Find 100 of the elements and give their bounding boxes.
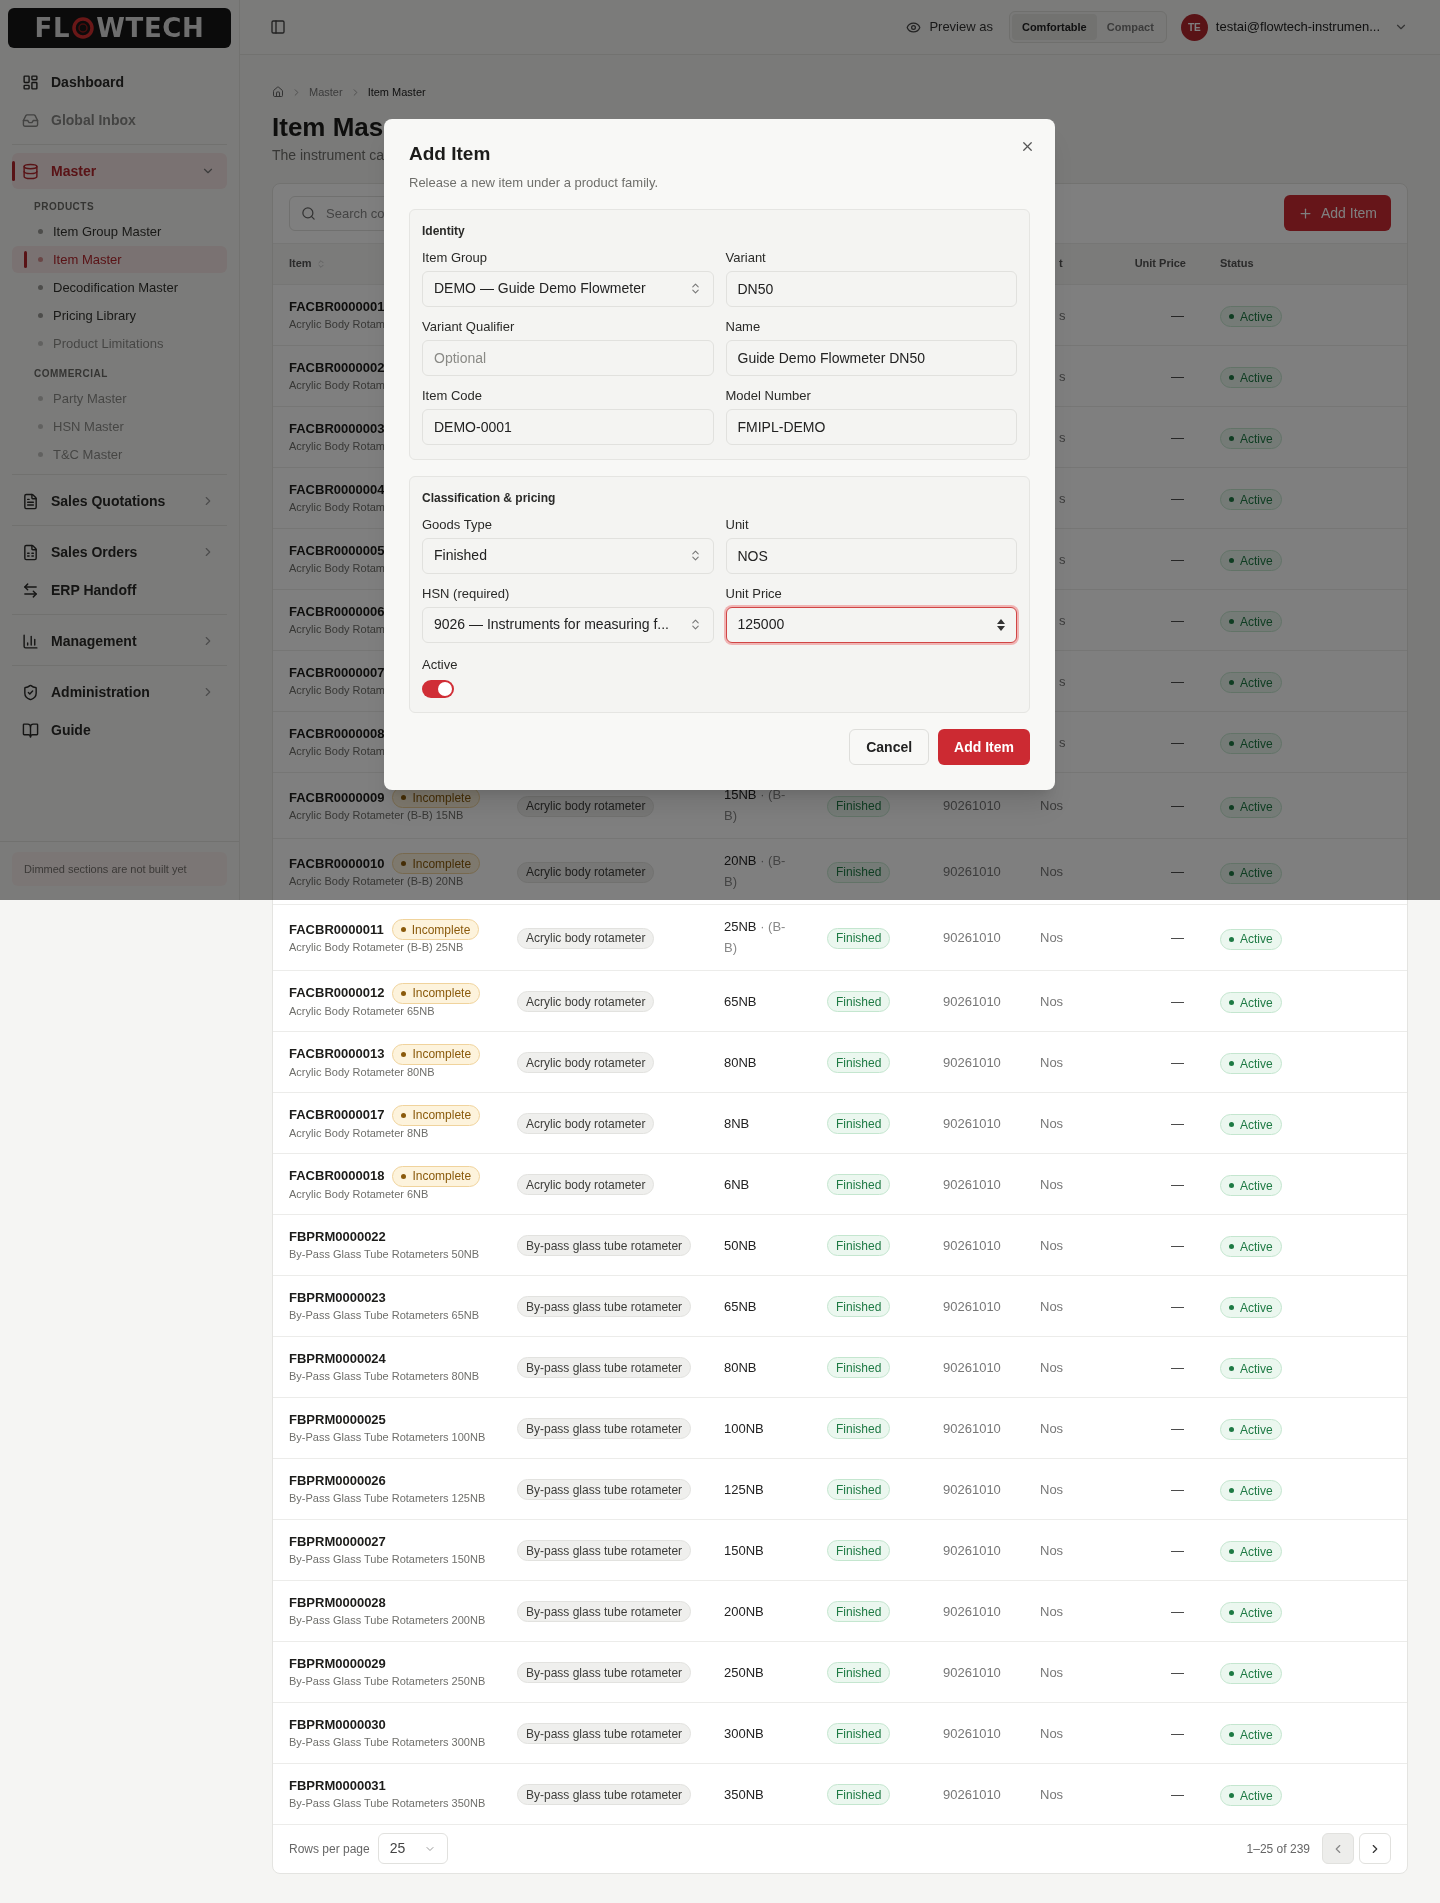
breadcrumb-item[interactable]: Master: [309, 84, 343, 101]
price-text: —: [1171, 673, 1184, 689]
goods-type-badge: Finished: [827, 795, 891, 817]
item-name: Acrylic Body Rotameter 65NB: [289, 1003, 435, 1019]
input-field[interactable]: DEMO-0001: [422, 408, 714, 445]
goods-type-badge: Finished: [827, 1662, 891, 1683]
database-icon: [22, 162, 39, 180]
column-header[interactable]: Item: [289, 255, 312, 272]
status-badge: Active: [1220, 1175, 1282, 1196]
hsn-code: 90261010: [943, 1115, 1001, 1131]
section-title: Identity: [422, 222, 466, 240]
unit-text: Nos: [1040, 1237, 1064, 1253]
nav-subitem[interactable]: Item Master: [12, 246, 227, 273]
section-heading: PRODUCTS: [33, 200, 96, 214]
nav-item[interactable]: Sales Orders: [12, 534, 227, 570]
column-header: t: [1059, 257, 1063, 270]
price-text: —: [1171, 1664, 1184, 1680]
hsn-code: 90261010: [943, 1542, 1001, 1558]
unit-text: Nos: [1040, 798, 1064, 813]
status-badge: Active: [1220, 1785, 1282, 1806]
input-field[interactable]: DN50: [725, 270, 1017, 307]
input-field[interactable]: FMIPL-DEMO: [725, 408, 1017, 445]
goods-type-badge: Finished: [827, 1296, 891, 1317]
item-name: By-Pass Glass Tube Rotameters 100NB: [289, 1430, 486, 1445]
nav-subitem[interactable]: Pricing Library: [12, 302, 227, 329]
book-icon: [22, 721, 39, 739]
item-name: By-Pass Glass Tube Rotameters 65NB: [289, 1308, 480, 1323]
submit-button[interactable]: Add Item: [938, 729, 1030, 765]
number-field[interactable]: 125000: [725, 606, 1017, 643]
input-field[interactable]: Optional: [422, 339, 714, 376]
price-text: —: [1171, 368, 1184, 384]
nav-subitem[interactable]: Decodification Master: [12, 274, 227, 301]
group-tag: Acrylic body rotameter: [517, 991, 655, 1012]
variant-text: 150NB: [724, 1541, 764, 1560]
spreadsheet-icon: [22, 543, 39, 561]
price-text: —: [1171, 864, 1184, 879]
variant-text: 50NB: [724, 1236, 757, 1255]
status-badge: Active: [1220, 1541, 1282, 1562]
nav-item[interactable]: Guide: [12, 712, 227, 748]
density-option[interactable]: Comfortable: [1011, 14, 1097, 40]
goods-type-badge: Finished: [827, 861, 891, 883]
nav-item[interactable]: Dashboard: [12, 64, 227, 100]
item-code: FBPRM0000027: [289, 1533, 386, 1551]
unit-text: s: [1059, 612, 1066, 628]
variant-text: 25NB · (B-B): [724, 917, 787, 957]
field-label: Item Group: [422, 249, 489, 265]
select-field[interactable]: 9026 — Instruments for measuring f...: [422, 606, 714, 643]
item-code: FACBR0000017: [289, 1106, 385, 1124]
unit-text: Nos: [1040, 1481, 1064, 1497]
avatar[interactable]: TE: [1180, 13, 1208, 41]
nav-item[interactable]: Administration: [12, 674, 227, 710]
cancel-button[interactable]: Cancel: [849, 729, 930, 765]
item-code: FACBR0000003: [289, 420, 385, 438]
nav-subitem[interactable]: Item Group Master: [12, 218, 227, 245]
nav-item[interactable]: Sales Quotations: [12, 483, 227, 519]
item-name: By-Pass Glass Tube Rotameters 300NB: [289, 1735, 486, 1750]
add-item-button[interactable]: Add Item: [1283, 195, 1391, 231]
spinner-icon[interactable]: [997, 618, 1005, 631]
group-tag: By-pass glass tube rotameter: [517, 1479, 692, 1500]
group-tag: By-pass glass tube rotameter: [517, 1235, 692, 1256]
group-tag: By-pass glass tube rotameter: [517, 1784, 692, 1805]
density-option[interactable]: Compact: [1096, 14, 1164, 40]
goods-type-badge: Finished: [827, 1540, 891, 1561]
column-header: Unit Price: [1134, 257, 1186, 270]
goods-type-badge: Finished: [827, 1479, 891, 1500]
nav-item[interactable]: ERP Handoff: [12, 572, 227, 608]
input-field[interactable]: Guide Demo Flowmeter DN50: [725, 339, 1017, 376]
select-field[interactable]: DEMO — Guide Demo Flowmeter: [422, 270, 714, 307]
item-code: FBPRM0000022: [289, 1228, 386, 1246]
field-label: Name: [725, 318, 762, 334]
nav-item[interactable]: Management: [12, 623, 227, 659]
variant-text: 80NB: [724, 1358, 757, 1377]
status-badge: Active: [1220, 1602, 1282, 1623]
item-name: Acrylic Body Rotam: [289, 561, 385, 576]
arrows-icon: [22, 581, 39, 599]
nav-item[interactable]: Global Inbox: [12, 102, 227, 138]
select-field[interactable]: Finished: [422, 537, 714, 574]
unit-text: s: [1059, 734, 1066, 750]
group-tag: By-pass glass tube rotameter: [517, 1662, 692, 1683]
logo: FL WTECH: [8, 8, 231, 48]
rows-per-page-select[interactable]: 25: [377, 1833, 448, 1864]
page-title: Item Mas: [272, 110, 384, 143]
input-field[interactable]: NOS: [725, 537, 1017, 574]
unit-text: s: [1059, 307, 1066, 323]
user-email[interactable]: testai@flowtech-instrumen...: [1215, 17, 1380, 37]
goods-type-badge: Finished: [827, 1235, 891, 1256]
item-name: Acrylic Body Rotameter (B-B) 20NB: [289, 874, 464, 889]
group-tag: By-pass glass tube rotameter: [517, 1296, 692, 1317]
item-code: FBPRM0000026: [289, 1472, 386, 1490]
nav-item[interactable]: Master: [12, 153, 227, 189]
status-badge: Active: [1220, 1419, 1282, 1440]
sidebar-toggle-icon[interactable]: [270, 19, 286, 35]
item-code: FACBR0000002: [289, 359, 385, 377]
unit-text: Nos: [1040, 1054, 1064, 1070]
goods-type-badge: Finished: [827, 1601, 891, 1622]
home-icon[interactable]: [272, 86, 284, 99]
hsn-code: 90261010: [943, 864, 1001, 879]
toggle-switch[interactable]: [422, 680, 454, 698]
field-label: Unit: [725, 516, 750, 532]
item-name: Acrylic Body Rotameter (B-B) 25NB: [289, 940, 464, 955]
